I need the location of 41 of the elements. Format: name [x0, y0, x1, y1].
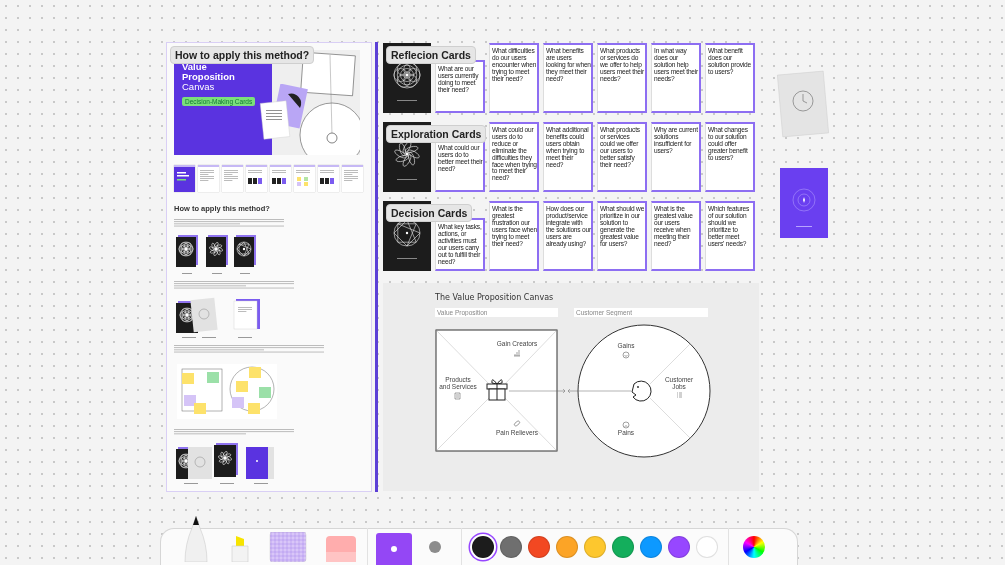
section-label: How to apply this method? [170, 46, 315, 64]
color-swatch[interactable] [556, 536, 578, 558]
color-swatch[interactable] [472, 536, 494, 558]
face-icon [631, 380, 652, 402]
page-thumbnail[interactable] [318, 165, 339, 192]
checklist-icon [676, 392, 683, 398]
page-thumbnail[interactable] [174, 165, 195, 192]
color-swatch[interactable] [640, 536, 662, 558]
pill-icon [513, 420, 521, 427]
cover-title: Canvas [182, 82, 215, 92]
document-icon [454, 392, 461, 400]
color-picker-button[interactable] [743, 536, 765, 558]
page-thumbnail[interactable] [294, 165, 315, 192]
canvas-title: The Value Proposition Canvas [435, 293, 555, 303]
color-swatch[interactable] [612, 536, 634, 558]
eraser-tool[interactable] [325, 536, 357, 565]
cover-title: Value [182, 62, 207, 72]
clock-card[interactable] [776, 70, 830, 138]
section-label: Exploration Cards [386, 125, 487, 143]
color-swatch[interactable] [696, 536, 718, 558]
section-label: Decision Cards [386, 204, 473, 222]
frown-icon [622, 421, 630, 429]
cover-title: Proposition [182, 72, 235, 82]
grid-marker-tool[interactable] [269, 532, 307, 565]
section-label: Reflecion Cards [386, 46, 476, 64]
chart-icon [513, 349, 521, 357]
page-thumbnail[interactable] [222, 165, 243, 192]
color-swatch[interactable] [500, 536, 522, 558]
page-thumbnail[interactable] [246, 165, 267, 192]
stroke-size-button[interactable] [429, 541, 441, 553]
page-thumbnail[interactable] [198, 165, 219, 192]
color-swatch[interactable] [668, 536, 690, 558]
shape-color-button[interactable] [376, 533, 412, 565]
page-thumbnail[interactable] [270, 165, 291, 192]
gift-icon [486, 379, 508, 401]
color-swatch[interactable] [528, 536, 550, 558]
smiley-icon [622, 351, 630, 359]
star-card[interactable] [780, 168, 828, 238]
color-swatch[interactable] [584, 536, 606, 558]
pen-tool[interactable] [181, 514, 211, 563]
page-thumbnail[interactable] [342, 165, 363, 192]
